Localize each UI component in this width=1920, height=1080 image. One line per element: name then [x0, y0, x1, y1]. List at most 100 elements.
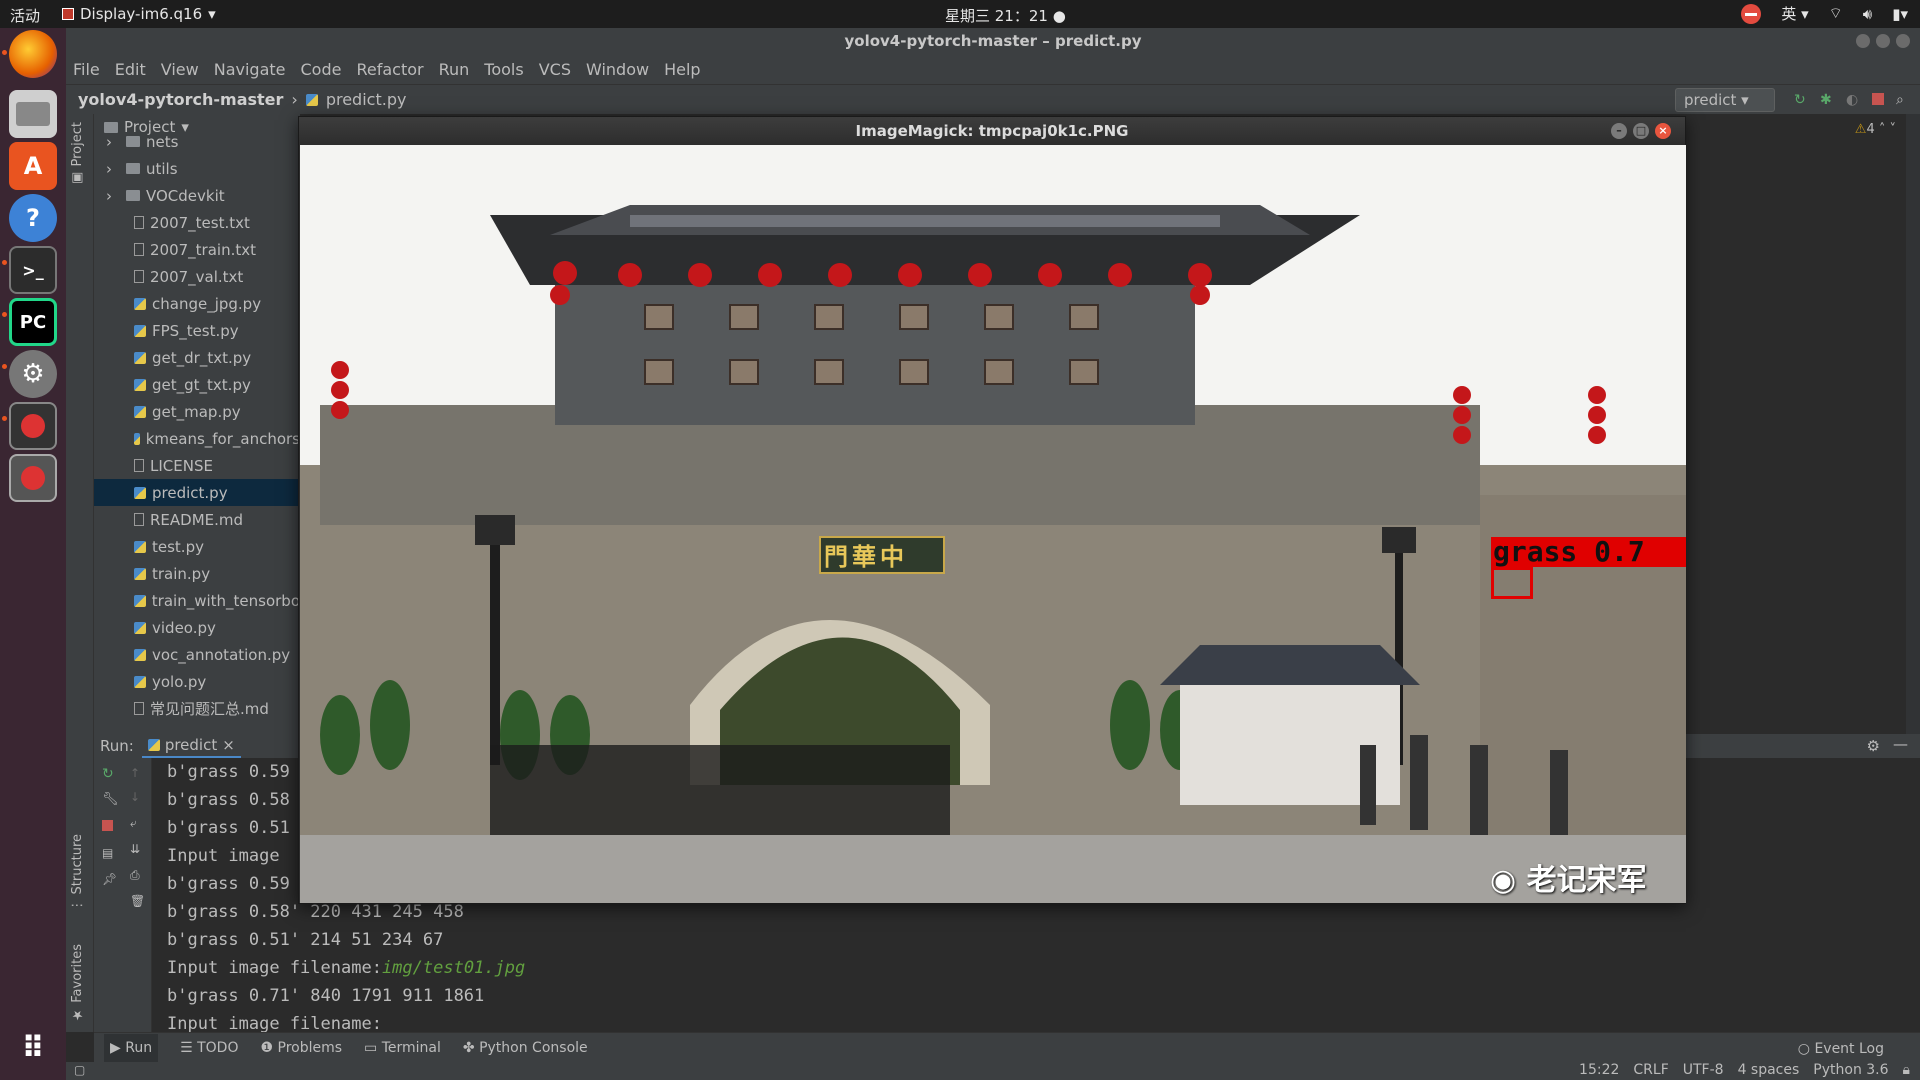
close-icon[interactable] — [1896, 34, 1910, 48]
file-encoding[interactable]: UTF-8 — [1683, 1062, 1724, 1078]
activities-button[interactable]: 活动 — [10, 5, 40, 26]
imagemagick-window[interactable]: ImageMagick: tmpcpaj0k1c.PNG – □ × 門華中 g… — [298, 116, 1686, 904]
project-tree-item[interactable]: › utils — [94, 155, 300, 182]
arrow-up-icon[interactable]: ↑ — [130, 766, 144, 780]
show-apps-icon[interactable]: ⠿ — [9, 1024, 57, 1072]
project-tree-item[interactable]: › VOCdevkit — [94, 182, 300, 209]
lock-icon[interactable]: 🔒︎ — [1903, 1062, 1910, 1078]
tab-python-console[interactable]: ✤ Python Console — [463, 1040, 588, 1056]
settings-icon[interactable]: ⚙ — [9, 350, 57, 398]
line-separator[interactable]: CRLF — [1633, 1062, 1668, 1078]
editor-scrollbar[interactable] — [1906, 114, 1920, 734]
menu-help[interactable]: Help — [664, 60, 700, 79]
breadcrumb-project[interactable]: yolov4-pytorch-master — [78, 90, 283, 109]
help-icon[interactable]: ? — [9, 194, 57, 242]
toggle-tool-windows-icon[interactable]: ▢ — [74, 1063, 85, 1077]
app-menu[interactable]: Display-im6.q16 ▾ — [62, 5, 216, 23]
caret-position[interactable]: 15:22 — [1579, 1062, 1619, 1078]
trash-icon[interactable]: 🗑︎ — [130, 894, 145, 908]
rerun-icon[interactable]: ↻ — [102, 766, 116, 782]
imagemagick-icon[interactable] — [9, 454, 57, 502]
project-tree-item[interactable]: get_gt_txt.py — [94, 371, 300, 398]
menu-code[interactable]: Code — [301, 60, 342, 79]
pin-icon[interactable]: 📌︎ — [102, 872, 117, 886]
tab-run[interactable]: ▶ Run — [104, 1033, 159, 1062]
menu-vcs[interactable]: VCS — [539, 60, 571, 79]
structure-tool-tab[interactable]: ⋮ Structure — [70, 834, 85, 912]
event-log-button[interactable]: ○ Event Log — [1798, 1041, 1884, 1057]
wrench-icon[interactable]: 🔧︎ — [102, 792, 119, 807]
minimize-icon[interactable] — [1856, 34, 1870, 48]
chevron-right-icon[interactable]: › — [106, 187, 120, 205]
gear-icon[interactable]: ⚙ — [1867, 737, 1880, 755]
python-interpreter[interactable]: Python 3.6 — [1813, 1062, 1888, 1078]
clock[interactable]: 星期三 21：21 ● — [945, 5, 1066, 26]
firefox-icon[interactable] — [9, 30, 57, 78]
menu-edit[interactable]: Edit — [115, 60, 146, 79]
rerun-icon[interactable]: ↻ — [1794, 92, 1808, 108]
close-tab-icon[interactable]: × — [222, 736, 235, 754]
project-tree-item[interactable]: yolo.py — [94, 668, 300, 695]
menu-file[interactable]: File — [73, 60, 100, 79]
menu-run[interactable]: Run — [439, 60, 470, 79]
stop-icon[interactable] — [102, 820, 113, 831]
run-tab-predict[interactable]: predict × — [141, 734, 241, 758]
favorites-tool-tab[interactable]: ★ Favorites — [70, 944, 85, 1022]
run-config-dropdown[interactable]: predict ▾ — [1675, 88, 1775, 112]
project-tree-item[interactable]: get_map.py — [94, 398, 300, 425]
volume-icon[interactable]: 🔊︎ — [1863, 5, 1872, 23]
project-tree-item[interactable]: 2007_train.txt — [94, 236, 300, 263]
software-center-icon[interactable]: A — [9, 142, 57, 190]
scroll-to-end-icon[interactable]: ⇊ — [130, 842, 144, 856]
wifi-icon[interactable]: ⌔ — [1829, 4, 1843, 23]
project-tree-item[interactable]: kmeans_for_anchors — [94, 425, 300, 452]
coverage-icon[interactable]: ◐ — [1846, 92, 1860, 108]
project-tree-item[interactable]: video.py — [94, 614, 300, 641]
project-tree-item[interactable]: change_jpg.py — [94, 290, 300, 317]
soft-wrap-icon[interactable]: ⤶ — [130, 816, 144, 830]
tab-todo[interactable]: ☰ TODO — [180, 1040, 238, 1056]
menu-navigate[interactable]: Navigate — [214, 60, 286, 79]
project-tool-tab[interactable]: ▣ Project — [70, 122, 85, 186]
menu-tools[interactable]: Tools — [484, 60, 523, 79]
maximize-icon[interactable]: □ — [1633, 123, 1649, 139]
tab-terminal[interactable]: ▭ Terminal — [364, 1040, 441, 1056]
chevron-right-icon[interactable]: › — [106, 133, 120, 151]
layout-icon[interactable]: ▤ — [102, 846, 116, 860]
project-tree-item[interactable]: predict.py — [94, 479, 300, 506]
do-not-disturb-icon[interactable] — [1741, 3, 1762, 24]
system-tray[interactable]: 英 ▾ ⌔ 🔊︎ ▮▾ — [1741, 3, 1908, 24]
menu-view[interactable]: View — [161, 60, 199, 79]
menu-window[interactable]: Window — [586, 60, 649, 79]
pycharm-icon[interactable]: PC — [9, 298, 57, 346]
debug-icon[interactable]: ✱ — [1820, 92, 1834, 108]
project-tree-item[interactable]: test.py — [94, 533, 300, 560]
displayed-image[interactable]: 門華中 grass 0.7 ◉ 老记宋军 — [300, 145, 1686, 903]
ime-indicator[interactable]: 英 ▾ — [1781, 3, 1808, 24]
imagemagick-title-bar[interactable]: ImageMagick: tmpcpaj0k1c.PNG – □ × — [299, 117, 1685, 145]
project-tree-item[interactable]: README.md — [94, 506, 300, 533]
minimize-icon[interactable]: – — [1611, 123, 1627, 139]
project-tree-item[interactable]: train_with_tensorbo — [94, 587, 300, 614]
project-tree-item[interactable]: LICENSE — [94, 452, 300, 479]
search-icon[interactable]: ⌕ — [1896, 92, 1910, 108]
breadcrumb-file[interactable]: predict.py — [326, 90, 407, 109]
project-tree-item[interactable]: FPS_test.py — [94, 317, 300, 344]
files-icon[interactable] — [9, 90, 57, 138]
project-tree-item[interactable]: train.py — [94, 560, 300, 587]
inspection-widget[interactable]: ⚠4 ˄ ˅ — [1855, 122, 1896, 137]
hide-panel-icon[interactable]: — — [1893, 735, 1908, 753]
battery-icon[interactable]: ▮▾ — [1892, 5, 1908, 23]
project-tree-item[interactable]: 常见问题汇总.md — [94, 695, 300, 722]
terminal-icon[interactable]: >_ — [9, 246, 57, 294]
image-viewer-icon[interactable] — [9, 402, 57, 450]
project-tree-item[interactable]: get_dr_txt.py — [94, 344, 300, 371]
print-icon[interactable]: ⎙ — [130, 868, 144, 882]
tab-problems[interactable]: ❶ Problems — [260, 1040, 342, 1056]
close-icon[interactable]: × — [1655, 123, 1671, 139]
project-tree-item[interactable]: 2007_val.txt — [94, 263, 300, 290]
stop-icon[interactable] — [1872, 93, 1884, 105]
project-tree-item[interactable]: voc_annotation.py — [94, 641, 300, 668]
project-tree-item[interactable]: 2007_test.txt — [94, 209, 300, 236]
chevron-right-icon[interactable]: › — [106, 160, 120, 178]
